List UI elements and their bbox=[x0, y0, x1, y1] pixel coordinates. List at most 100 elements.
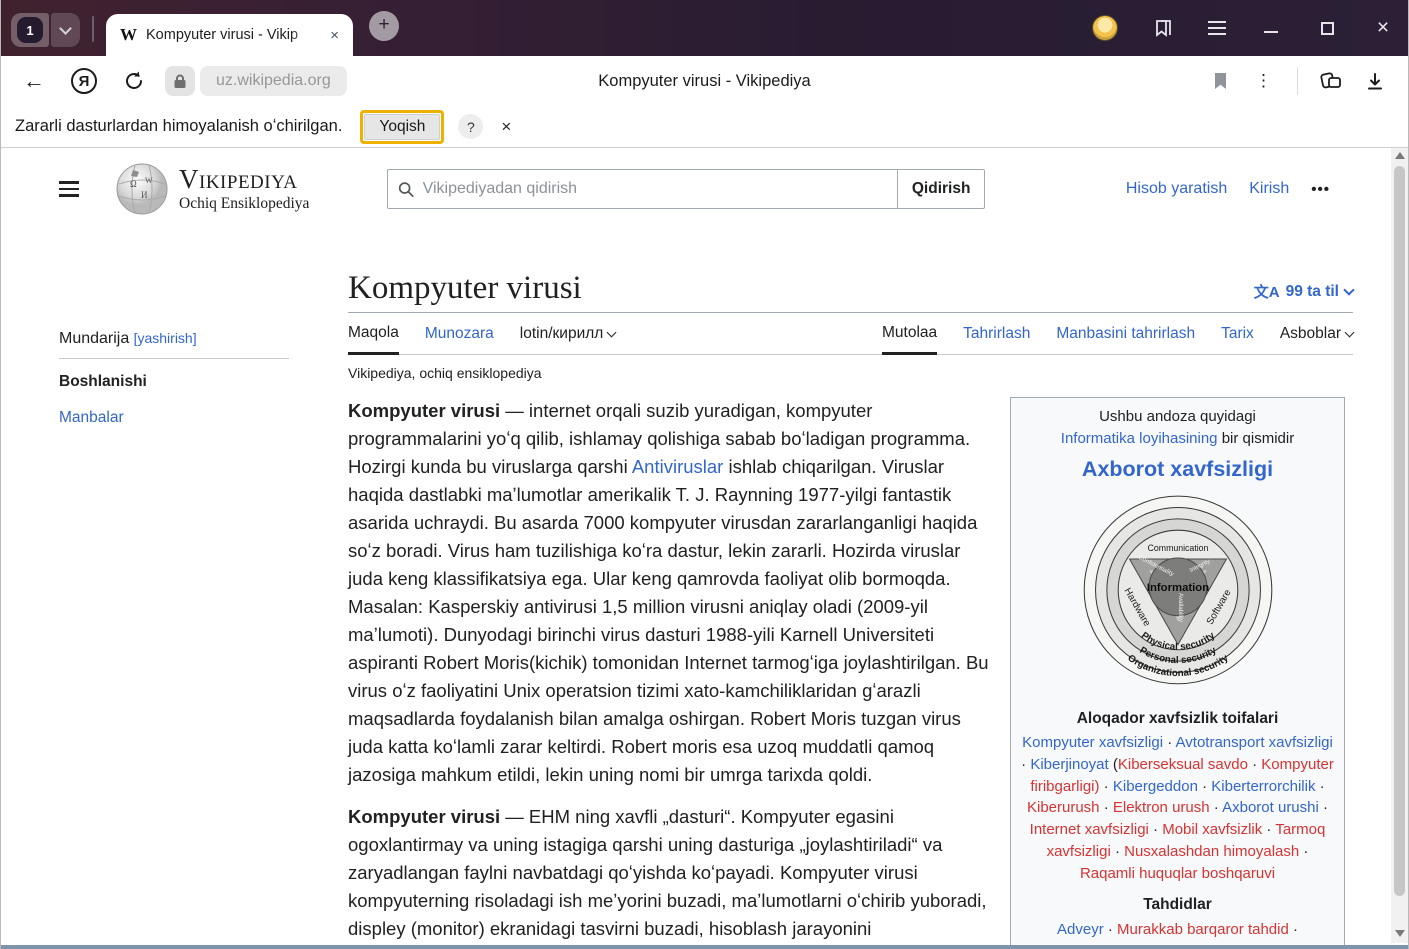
browser-menu-icon[interactable] bbox=[1208, 21, 1226, 35]
svg-text:Ω: Ω bbox=[130, 179, 137, 189]
article-title: Kompyuter virusi bbox=[348, 270, 582, 306]
link-separator: · bbox=[1149, 821, 1162, 838]
informatika-project-link[interactable]: Informatika loyihasining bbox=[1061, 430, 1218, 447]
tab-manbasini-tahrirlash[interactable]: Manbasini tahrirlash bbox=[1056, 316, 1195, 353]
infobox-link[interactable]: Adveyr bbox=[1057, 921, 1104, 938]
scrollbar-thumb[interactable] bbox=[1394, 166, 1405, 896]
profile-avatar[interactable] bbox=[1092, 15, 1118, 41]
title-rule bbox=[348, 312, 1353, 313]
maximize-button[interactable] bbox=[1316, 17, 1338, 39]
infobox-link[interactable]: Kiberseksual savdo bbox=[1118, 756, 1248, 773]
search-input[interactable] bbox=[423, 180, 887, 198]
tab-list-dropdown[interactable] bbox=[51, 13, 80, 47]
new-tab-button[interactable]: + bbox=[369, 11, 399, 41]
link-separator: · bbox=[1104, 921, 1117, 938]
bookmark-flag-icon[interactable] bbox=[1203, 64, 1237, 98]
toc-hide-link[interactable]: [yashirish] bbox=[134, 330, 197, 346]
notification-close-icon[interactable]: × bbox=[501, 117, 511, 137]
threat-links: Adveyr · Murakkab barqaror tahdid · bbox=[1021, 919, 1334, 941]
back-button[interactable]: ← bbox=[17, 64, 51, 98]
toc-item-boshlanishi[interactable]: Boshlanishi bbox=[59, 373, 291, 391]
wikipedia-logo[interactable]: Ω W И Vikipediya Ochiq Ensiklopediya bbox=[115, 162, 309, 216]
browser-tab[interactable]: W Kompyuter virusi - Vikip × bbox=[106, 14, 353, 56]
minimize-button[interactable] bbox=[1260, 17, 1282, 39]
site-subtitle: Vikipediya, ochiq ensiklopediya bbox=[348, 365, 1353, 381]
downloads-icon[interactable] bbox=[1358, 64, 1392, 98]
infobox-link[interactable]: Raqamli huquqlar boshqaruvi bbox=[1080, 865, 1275, 882]
infobox-link[interactable]: Kiberterrorchilik bbox=[1211, 778, 1315, 795]
tab-close-icon[interactable]: × bbox=[326, 25, 343, 46]
infobox-link[interactable]: Elektron urush bbox=[1113, 799, 1210, 816]
enable-protection-button[interactable]: Yoqish bbox=[364, 114, 440, 140]
wikipedia-wordmark: Vikipediya bbox=[179, 166, 309, 193]
scroll-up-arrow[interactable] bbox=[1395, 152, 1405, 159]
tab-maqola[interactable]: Maqola bbox=[348, 315, 399, 355]
svg-text:И: И bbox=[141, 190, 148, 200]
search-icon bbox=[398, 181, 414, 198]
tab-tahrirlash[interactable]: Tahrirlash bbox=[963, 316, 1030, 353]
antiviruslar-link[interactable]: Antiviruslar bbox=[632, 456, 724, 477]
yandex-home-button[interactable]: Я bbox=[67, 64, 101, 98]
tab-mutolaa[interactable]: Mutolaa bbox=[882, 315, 937, 355]
link-separator: ( bbox=[1109, 756, 1118, 773]
language-count: 99 ta til bbox=[1286, 283, 1339, 301]
infobox-link[interactable]: Axborot urushi bbox=[1222, 799, 1319, 816]
variant-dropdown[interactable]: lotin/кирилл bbox=[520, 316, 616, 353]
infobox-title-link[interactable]: Axborot xavfsizligi bbox=[1021, 454, 1334, 485]
ssl-lock-icon[interactable] bbox=[165, 66, 195, 96]
toc-item-manbalar[interactable]: Manbalar bbox=[59, 409, 291, 427]
extensions-icon[interactable] bbox=[1314, 64, 1348, 98]
infobox-axborot-xavfsizligi: Ushbu andoza quyidagi Informatika loyiha… bbox=[1010, 397, 1345, 947]
help-icon[interactable]: ? bbox=[458, 114, 483, 139]
bottom-edge-strip bbox=[1, 945, 1408, 949]
browser-toolbar: ← Я uz.wikipedia.org Kompyuter virusi - … bbox=[1, 56, 1408, 106]
infobox-link[interactable]: Kiberurush bbox=[1027, 799, 1100, 816]
bookmarks-panel-icon[interactable] bbox=[1152, 17, 1174, 39]
svg-text:W: W bbox=[145, 176, 153, 185]
scroll-down-arrow[interactable] bbox=[1395, 930, 1405, 937]
toolbar-divider bbox=[1297, 67, 1298, 95]
more-options-icon[interactable]: ••• bbox=[1311, 181, 1330, 198]
link-separator: · bbox=[1319, 799, 1328, 816]
link-separator: · bbox=[1100, 799, 1113, 816]
login-link[interactable]: Kirish bbox=[1249, 180, 1289, 198]
tools-dropdown[interactable]: Asboblar bbox=[1280, 316, 1353, 353]
infobox-link[interactable]: Mobil xavfsizlik bbox=[1162, 821, 1262, 838]
chevron-down-icon bbox=[1345, 328, 1355, 338]
tab-count-badge: 1 bbox=[17, 17, 43, 43]
browser-window: 1 W Kompyuter virusi - Vikip × + × ← Я bbox=[0, 0, 1409, 949]
wikipedia-favicon: W bbox=[120, 25, 137, 45]
titlebar-divider bbox=[92, 16, 94, 42]
table-of-contents: Mundarija [yashirish] Boshlanishi Manbal… bbox=[59, 330, 291, 947]
reload-button[interactable] bbox=[117, 64, 151, 98]
wikipedia-globe-icon: Ω W И bbox=[115, 162, 169, 216]
tab-munozara[interactable]: Munozara bbox=[425, 316, 494, 353]
infobox-link[interactable]: Kibergeddon bbox=[1113, 778, 1198, 795]
wiki-menu-icon[interactable] bbox=[59, 181, 79, 197]
infobox-link[interactable]: Kiberjinoyat bbox=[1030, 756, 1108, 773]
close-window-button[interactable]: × bbox=[1372, 17, 1394, 39]
address-bar[interactable]: uz.wikipedia.org bbox=[200, 66, 347, 96]
page-actions-kebab-icon[interactable]: ⋮ bbox=[1247, 64, 1281, 98]
language-selector[interactable]: 文A 99 ta til bbox=[1254, 281, 1353, 302]
link-separator: · bbox=[1163, 734, 1176, 751]
link-separator: · bbox=[1289, 921, 1298, 938]
infobox-link[interactable]: Murakkab barqaror tahdid bbox=[1117, 921, 1289, 938]
infobox-section-title-threats: Tahdidlar bbox=[1021, 894, 1334, 916]
web-page: Ω W И Vikipediya Ochiq Ensiklopediya Qid… bbox=[1, 148, 1408, 947]
infobox-header: Ushbu andoza quyidagi Informatika loyiha… bbox=[1021, 406, 1334, 450]
search-bar: Qidirish bbox=[387, 169, 985, 209]
tab-counter-button[interactable]: 1 bbox=[11, 13, 49, 47]
infobox-link[interactable]: Nusxalashdan himoyalash bbox=[1124, 843, 1299, 860]
link-separator: · bbox=[1111, 843, 1124, 860]
infobox-link[interactable]: Kompyuter xavfsizligi bbox=[1022, 734, 1163, 751]
link-separator: · bbox=[1262, 821, 1275, 838]
security-rings-diagram[interactable]: Information Communication Hardware Softw… bbox=[1072, 491, 1284, 698]
tab-tarix[interactable]: Tarix bbox=[1221, 316, 1254, 353]
infobox-link[interactable]: Internet xavfsizligi bbox=[1030, 821, 1149, 838]
create-account-link[interactable]: Hisob yaratish bbox=[1126, 180, 1227, 198]
search-button[interactable]: Qidirish bbox=[897, 169, 986, 209]
infobox-link[interactable]: Avtotransport xavfsizligi bbox=[1176, 734, 1333, 751]
page-scrollbar[interactable] bbox=[1391, 148, 1408, 943]
link-separator: · bbox=[1100, 778, 1113, 795]
